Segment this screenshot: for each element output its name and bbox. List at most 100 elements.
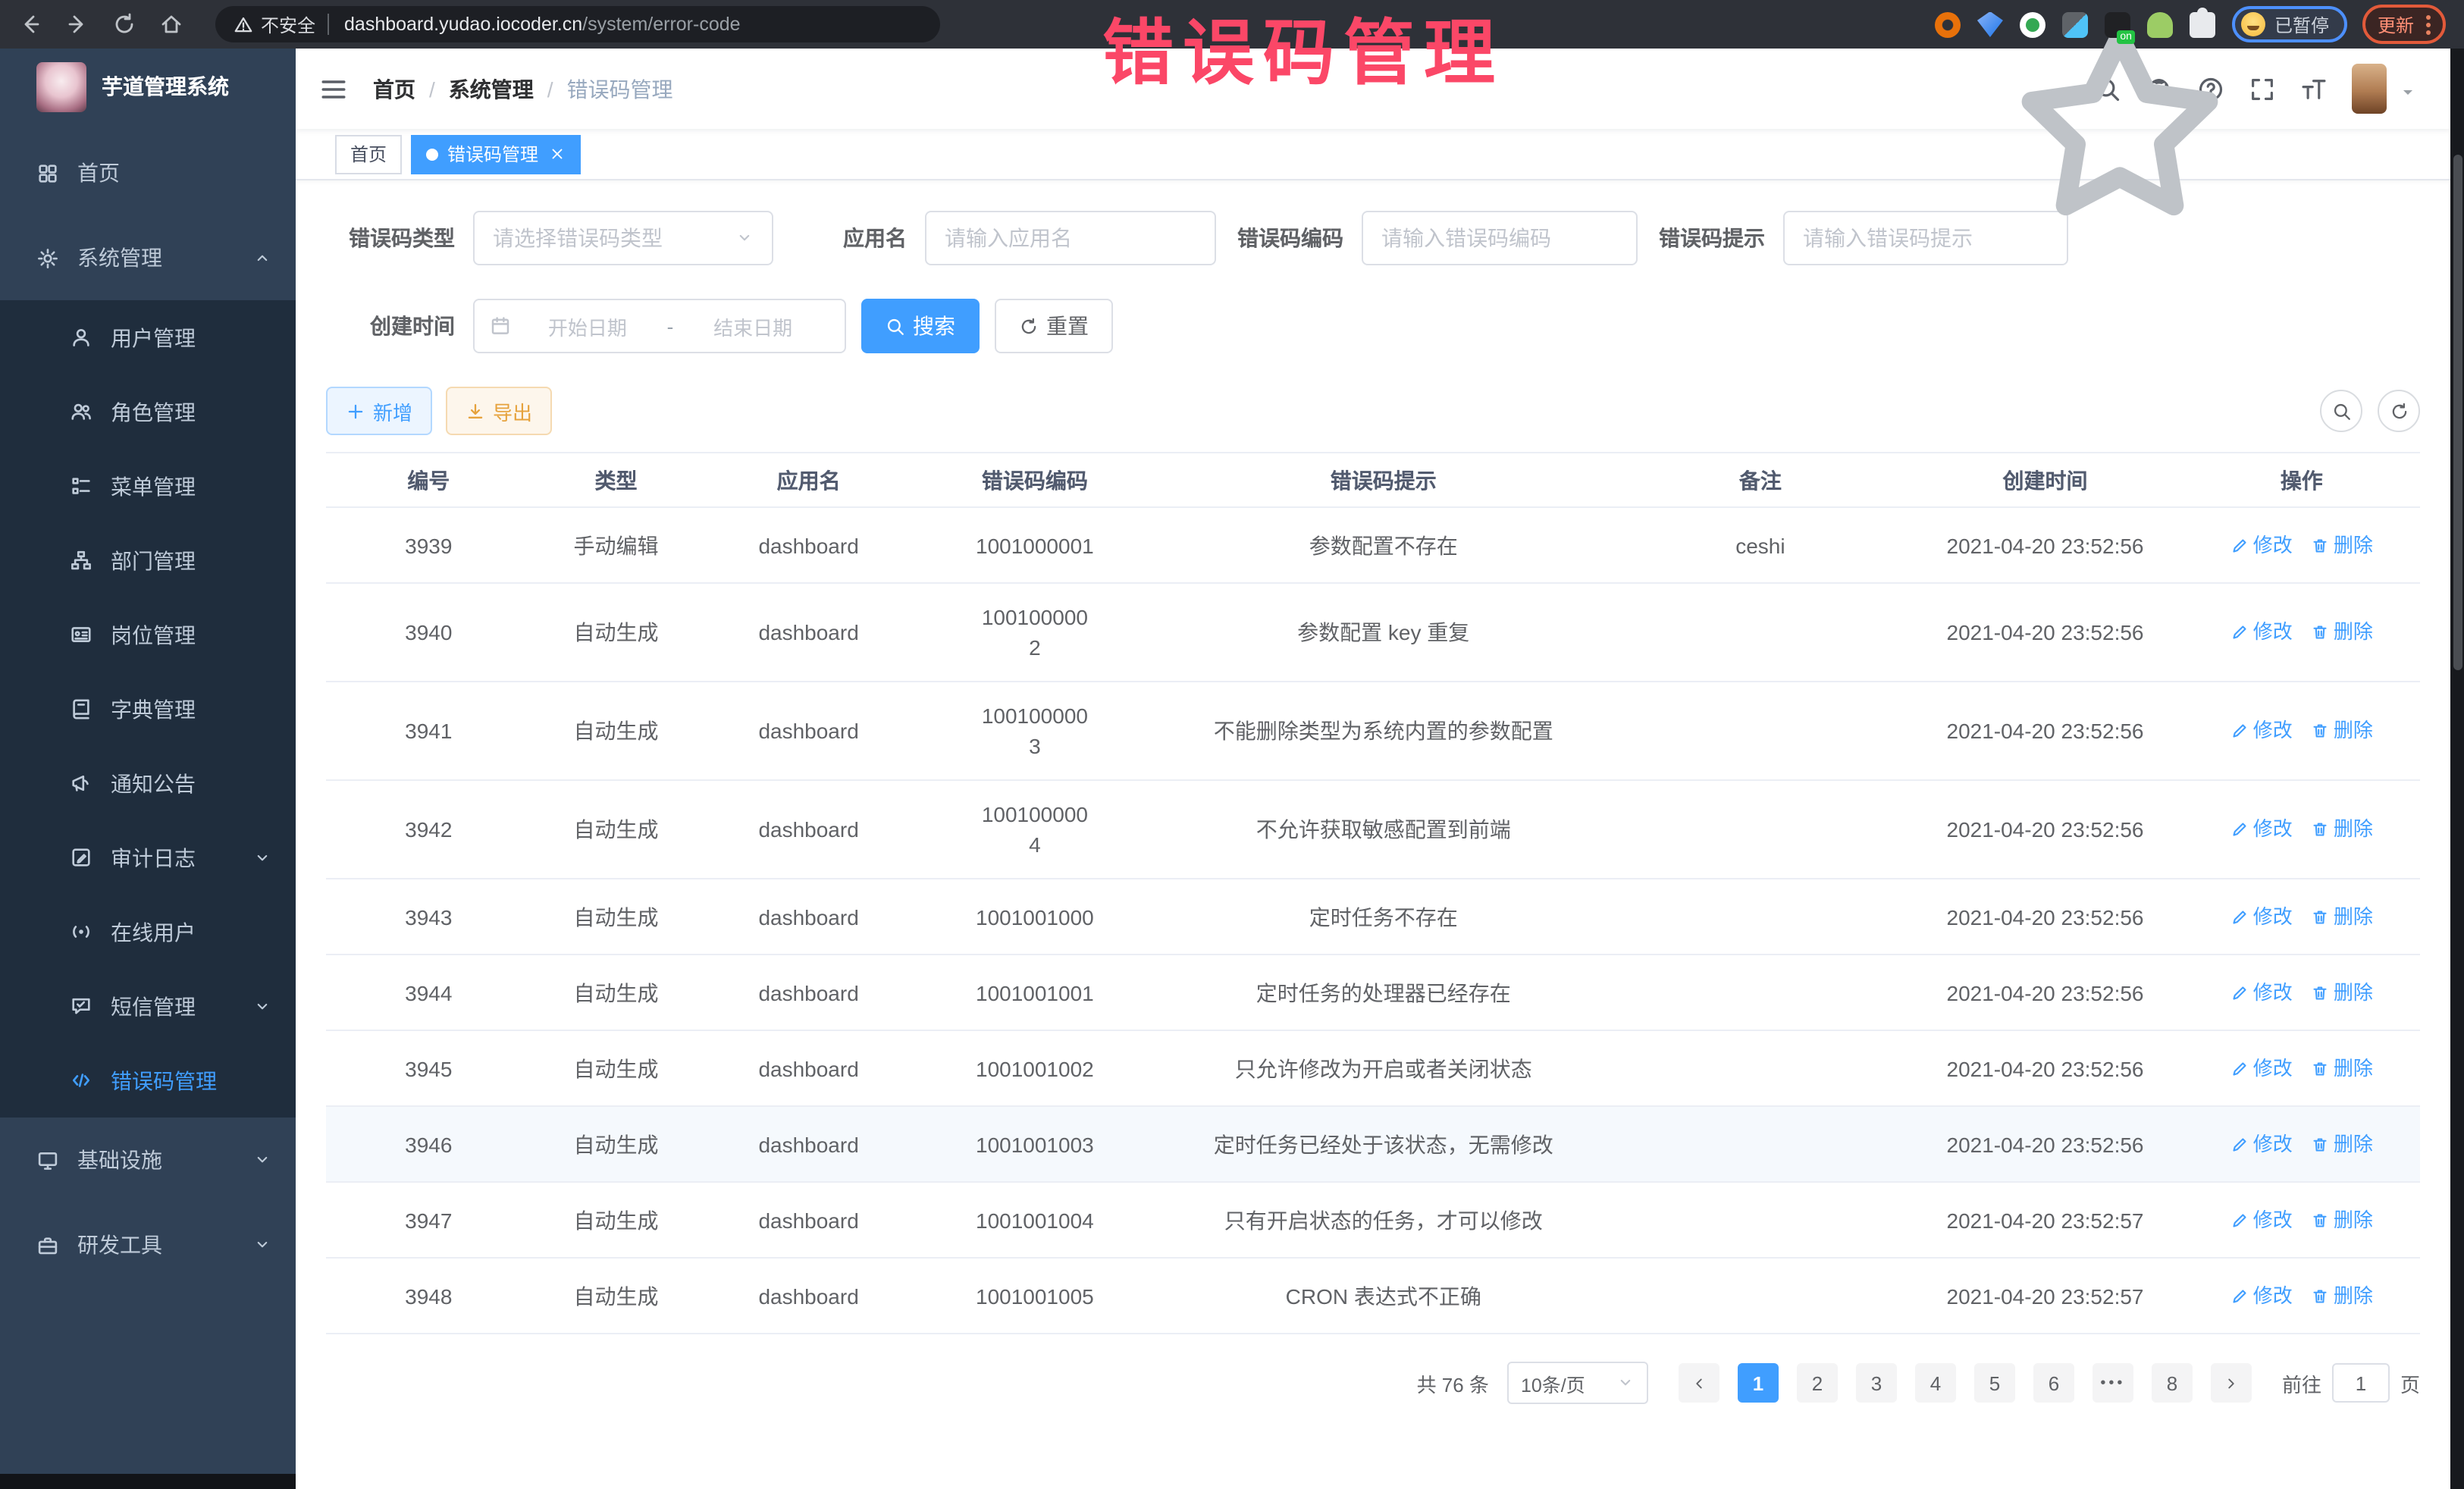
error-code-input[interactable]	[1362, 211, 1638, 265]
browser-update-button[interactable]: 更新	[2362, 5, 2446, 44]
edit-link[interactable]: 修改	[2230, 1205, 2293, 1235]
delete-link[interactable]: 删除	[2311, 1053, 2373, 1083]
page-button[interactable]: 1	[1738, 1363, 1779, 1403]
date-range-picker[interactable]: 开始日期 - 结束日期	[473, 299, 846, 353]
delete-link[interactable]: 删除	[2311, 977, 2373, 1008]
breadcrumb-item[interactable]: 系统管理	[449, 74, 534, 104]
browser-back-icon[interactable]	[18, 11, 45, 38]
table-row[interactable]: 3945 自动生成 dashboard 1001001002 只允许修改为开启或…	[326, 1031, 2420, 1107]
close-icon[interactable]	[549, 146, 566, 162]
delete-link[interactable]: 删除	[2311, 1281, 2373, 1311]
delete-link[interactable]: 删除	[2311, 716, 2373, 746]
edit-link[interactable]: 修改	[2230, 1129, 2293, 1159]
user-avatar[interactable]	[2352, 64, 2387, 114]
bookmark-star-icon[interactable]	[1892, 12, 1917, 36]
edit-link[interactable]: 修改	[2230, 530, 2293, 560]
extension-icon[interactable]	[2020, 11, 2045, 37]
error-type-select[interactable]	[473, 211, 773, 265]
edit-link[interactable]: 修改	[2230, 617, 2293, 647]
url-text[interactable]: dashboard.yudao.iocoder.cn/system/error-…	[344, 14, 741, 35]
hamburger-icon[interactable]	[318, 74, 349, 104]
page-button[interactable]: 2	[1797, 1363, 1838, 1403]
start-date-placeholder[interactable]: 开始日期	[511, 312, 664, 340]
prev-page-button[interactable]	[1679, 1363, 1719, 1403]
user-menu-caret-icon[interactable]	[2399, 80, 2417, 98]
sidebar-item-system[interactable]: 系统管理	[0, 215, 296, 300]
edit-link[interactable]: 修改	[2230, 716, 2293, 746]
show-search-button[interactable]	[2320, 390, 2362, 432]
delete-link[interactable]: 删除	[2311, 1205, 2373, 1235]
sidebar-item-dev-tools[interactable]: 研发工具	[0, 1202, 296, 1287]
extension-icon[interactable]	[2062, 11, 2088, 37]
reset-button[interactable]: 重置	[995, 299, 1113, 353]
browser-home-icon[interactable]	[159, 11, 187, 38]
page-button[interactable]: 8	[2152, 1363, 2193, 1403]
extension-icon[interactable]	[2105, 11, 2130, 37]
page-button[interactable]: •••	[2093, 1363, 2133, 1403]
export-button[interactable]: 导出	[446, 387, 552, 435]
end-date-placeholder[interactable]: 结束日期	[676, 312, 829, 340]
edit-link[interactable]: 修改	[2230, 814, 2293, 845]
table-row[interactable]: 3947 自动生成 dashboard 1001001004 只有开启状态的任务…	[326, 1183, 2420, 1259]
table-row[interactable]: 3940 自动生成 dashboard 100100000 2 参数配置 key…	[326, 584, 2420, 682]
delete-link[interactable]: 删除	[2311, 1129, 2373, 1159]
sidebar-item-post[interactable]: 岗位管理	[0, 597, 296, 672]
table-row[interactable]: 3948 自动生成 dashboard 1001001005 CRON 表达式不…	[326, 1259, 2420, 1334]
edit-link[interactable]: 修改	[2230, 1281, 2293, 1311]
browser-forward-icon[interactable]	[65, 11, 92, 38]
table-row[interactable]: 3942 自动生成 dashboard 100100000 4 不允许获取敏感配…	[326, 781, 2420, 879]
profile-chip[interactable]: 已暂停	[2232, 6, 2347, 42]
sidebar-item-home[interactable]: 首页	[0, 130, 296, 215]
sidebar-item-role[interactable]: 角色管理	[0, 375, 296, 449]
vertical-scrollbar[interactable]	[2450, 49, 2464, 1489]
extension-icon[interactable]	[2147, 11, 2173, 37]
refresh-table-button[interactable]	[2378, 390, 2420, 432]
add-button[interactable]: 新增	[326, 387, 432, 435]
edit-link[interactable]: 修改	[2230, 977, 2293, 1008]
sidebar-item-notice[interactable]: 通知公告	[0, 746, 296, 820]
table-row[interactable]: 3941 自动生成 dashboard 100100000 3 不能删除类型为系…	[326, 682, 2420, 781]
page-button[interactable]: 4	[1915, 1363, 1956, 1403]
table-row[interactable]: 3943 自动生成 dashboard 1001001000 定时任务不存在 2…	[326, 879, 2420, 955]
cell-type: 自动生成	[531, 1281, 701, 1311]
sidebar-item-error-code[interactable]: 错误码管理	[0, 1043, 296, 1118]
tag-error-code[interactable]: 错误码管理	[411, 134, 581, 174]
edit-link[interactable]: 修改	[2230, 901, 2293, 932]
sidebar-item-dict[interactable]: 字典管理	[0, 672, 296, 746]
calendar-icon	[490, 315, 511, 337]
sidebar-item-menu[interactable]: 菜单管理	[0, 449, 296, 523]
app-name-input[interactable]	[925, 211, 1216, 265]
delete-link[interactable]: 删除	[2311, 814, 2373, 845]
scrollbar-thumb[interactable]	[2453, 155, 2462, 670]
sidebar-item-dept[interactable]: 部门管理	[0, 523, 296, 597]
table-row[interactable]: 3944 自动生成 dashboard 1001001001 定时任务的处理器已…	[326, 955, 2420, 1031]
page-button[interactable]: 3	[1856, 1363, 1897, 1403]
extensions-puzzle-icon[interactable]	[2190, 11, 2215, 37]
sidebar-item-online-user[interactable]: 在线用户	[0, 895, 296, 969]
sidebar-item-sms[interactable]: 短信管理	[0, 969, 296, 1043]
tag-home[interactable]: 首页	[335, 134, 402, 174]
sidebar-item-audit-log[interactable]: 审计日志	[0, 820, 296, 895]
delete-link[interactable]: 删除	[2311, 617, 2373, 647]
goto-page-input[interactable]	[2332, 1363, 2390, 1403]
page-button[interactable]: 5	[1974, 1363, 2015, 1403]
table-row[interactable]: 3946 自动生成 dashboard 1001001003 定时任务已经处于该…	[326, 1107, 2420, 1183]
delete-link[interactable]: 删除	[2311, 530, 2373, 560]
page-button[interactable]: 6	[2033, 1363, 2074, 1403]
next-page-button[interactable]	[2211, 1363, 2252, 1403]
security-label[interactable]: 不安全	[261, 11, 315, 37]
edit-link[interactable]: 修改	[2230, 1053, 2293, 1083]
table-row[interactable]: 3939 手动编辑 dashboard 1001000001 参数配置不存在 c…	[326, 508, 2420, 584]
trash-icon	[2311, 536, 2329, 554]
sidebar-item-user[interactable]: 用户管理	[0, 300, 296, 375]
browser-reload-icon[interactable]	[112, 11, 140, 38]
breadcrumb-item[interactable]: 首页	[373, 74, 415, 104]
browser-menu-icon[interactable]	[2426, 14, 2431, 34]
sidebar-item-infra[interactable]: 基础设施	[0, 1118, 296, 1202]
delete-link[interactable]: 删除	[2311, 901, 2373, 932]
search-button[interactable]: 搜索	[861, 299, 980, 353]
extension-icon[interactable]	[1935, 11, 1961, 37]
address-bar[interactable]: 不安全 dashboard.yudao.iocoder.cn/system/er…	[215, 6, 940, 42]
app-logo-row[interactable]: 芋道管理系统	[0, 49, 296, 124]
page-size-select[interactable]: 10条/页	[1507, 1362, 1648, 1404]
